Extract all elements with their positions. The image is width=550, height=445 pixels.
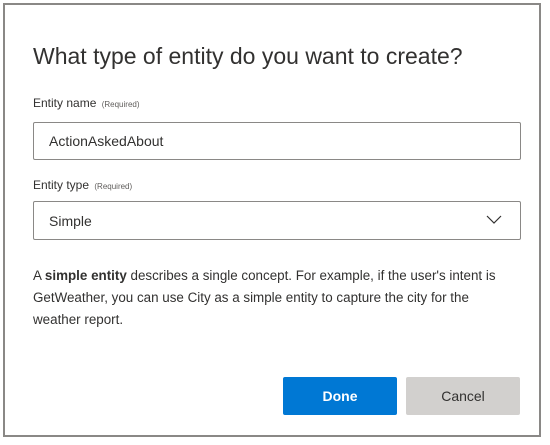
entity-type-label: Entity type (Required): [33, 178, 132, 192]
entity-name-required-tag: (Required): [101, 100, 140, 109]
description-prefix: A: [33, 268, 45, 283]
entity-type-dropdown[interactable]: Simple: [33, 201, 521, 240]
description-bold-term: simple entity: [44, 268, 127, 283]
cancel-button[interactable]: Cancel: [406, 377, 520, 415]
entity-name-label: Entity name (Required): [33, 96, 140, 110]
create-entity-dialog: What type of entity do you want to creat…: [3, 3, 541, 437]
entity-type-description: A simple entity describes a single conce…: [33, 265, 519, 331]
entity-type-label-text: Entity type: [33, 178, 90, 192]
done-button[interactable]: Done: [283, 377, 397, 415]
entity-name-label-text: Entity name: [33, 96, 97, 110]
dialog-title: What type of entity do you want to creat…: [33, 43, 463, 69]
entity-type-selected-value: Simple: [49, 213, 92, 229]
entity-type-required-tag: (Required): [94, 182, 133, 191]
chevron-down-icon[interactable]: [486, 214, 502, 226]
entity-name-input[interactable]: [33, 122, 521, 160]
